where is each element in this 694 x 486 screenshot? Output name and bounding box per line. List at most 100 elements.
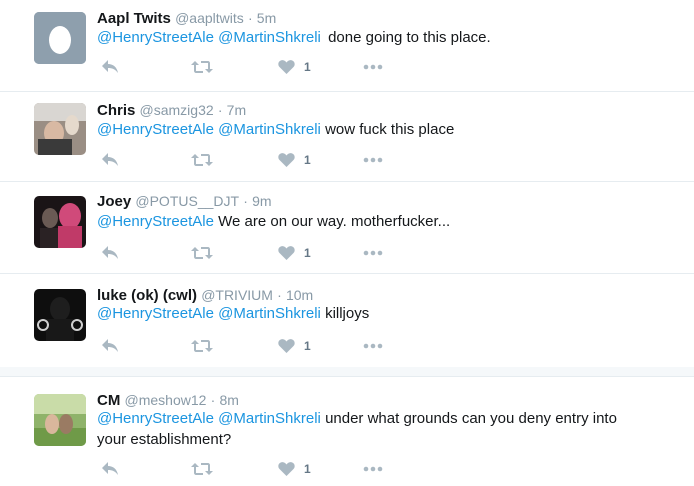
tweet-actions: 1 xyxy=(97,152,397,170)
reply-button[interactable] xyxy=(101,245,119,261)
user-photo-icon xyxy=(34,196,86,248)
more-button[interactable] xyxy=(363,157,383,163)
tweet-actions: 1 xyxy=(97,338,397,356)
tweet-body: done going to this place. xyxy=(328,29,491,46)
reply-icon xyxy=(102,60,118,73)
retweet-button[interactable] xyxy=(191,59,213,75)
tweet[interactable]: Joey @POTUS__DJT · 9m @HenryStreetAle We… xyxy=(0,182,694,274)
avatar[interactable] xyxy=(34,394,86,446)
avatar[interactable] xyxy=(34,196,86,248)
display-name[interactable]: CM xyxy=(97,392,120,409)
heart-icon xyxy=(278,60,295,74)
like-button[interactable]: 1 xyxy=(278,338,311,354)
mention-link[interactable]: @MartinShkreli xyxy=(218,29,321,46)
retweet-icon xyxy=(191,247,213,259)
retweet-button[interactable] xyxy=(191,461,213,477)
tweet-body-continued: your establishment? xyxy=(97,431,232,448)
separator-dot: · xyxy=(217,102,223,118)
like-button[interactable]: 1 xyxy=(278,245,311,261)
reply-button[interactable] xyxy=(101,338,119,354)
timeline-gap xyxy=(0,367,694,377)
more-dots-icon xyxy=(363,64,383,70)
timestamp[interactable]: 9m xyxy=(252,193,271,209)
user-handle[interactable]: @samzig32 xyxy=(140,102,214,118)
like-count: 1 xyxy=(304,153,311,167)
reply-icon xyxy=(102,339,118,352)
mention-link[interactable]: @HenryStreetAle xyxy=(97,121,214,138)
mention-link[interactable]: @MartinShkreli xyxy=(218,410,321,427)
avatar[interactable] xyxy=(34,12,86,64)
avatar[interactable] xyxy=(34,289,86,341)
user-handle[interactable]: @POTUS__DJT xyxy=(135,193,239,209)
tweet-body: under what grounds can you deny entry in… xyxy=(325,410,617,427)
reply-icon xyxy=(102,153,118,166)
more-dots-icon xyxy=(363,343,383,349)
tweet-header: Joey @POTUS__DJT · 9m xyxy=(97,192,272,211)
separator-dot: · xyxy=(247,10,253,26)
like-count: 1 xyxy=(304,462,311,476)
mention-link[interactable]: @HenryStreetAle xyxy=(97,29,214,46)
more-button[interactable] xyxy=(363,466,383,472)
tweet-text: @HenryStreetAle @MartinShkreli done goin… xyxy=(97,27,657,48)
display-name[interactable]: Aapl Twits xyxy=(97,10,171,27)
user-photo-icon xyxy=(34,394,86,446)
like-button[interactable]: 1 xyxy=(278,152,311,168)
separator-dot: · xyxy=(277,287,282,303)
heart-icon xyxy=(278,462,295,476)
mention-link[interactable]: @MartinShkreli xyxy=(218,305,321,322)
user-photo-icon xyxy=(34,103,86,155)
retweet-button[interactable] xyxy=(191,152,213,168)
reply-button[interactable] xyxy=(101,461,119,477)
more-dots-icon xyxy=(363,466,383,472)
display-name[interactable]: luke (ok) (cwl) xyxy=(97,287,197,304)
timestamp[interactable]: 10m xyxy=(286,287,313,303)
tweet-actions: 1 xyxy=(97,461,397,479)
reply-button[interactable] xyxy=(101,59,119,75)
like-button[interactable]: 1 xyxy=(278,461,311,477)
timestamp[interactable]: 8m xyxy=(219,392,238,408)
retweet-icon xyxy=(191,61,213,73)
mention-link[interactable]: @MartinShkreli xyxy=(218,121,321,138)
tweet-body: We are on our way. motherfucker... xyxy=(218,213,451,230)
tweet[interactable]: Aapl Twits @aapltwits · 5m @HenryStreetA… xyxy=(0,0,694,92)
tweet-actions: 1 xyxy=(97,245,397,263)
tweet-actions: 1 xyxy=(97,59,397,77)
user-handle[interactable]: @TRIVIUM xyxy=(201,287,273,303)
retweet-icon xyxy=(191,340,213,352)
display-name[interactable]: Joey xyxy=(97,193,131,210)
tweet-text: @HenryStreetAle We are on our way. mothe… xyxy=(97,211,657,232)
more-button[interactable] xyxy=(363,250,383,256)
egg-avatar-icon xyxy=(34,12,86,64)
tweet-feed: Aapl Twits @aapltwits · 5m @HenryStreetA… xyxy=(0,0,694,486)
tweet-text: @HenryStreetAle @MartinShkreli killjoys xyxy=(97,303,657,324)
timestamp[interactable]: 5m xyxy=(257,10,276,26)
mention-link[interactable]: @HenryStreetAle xyxy=(97,410,214,427)
tweet[interactable]: CM @meshow12 · 8m @HenryStreetAle @Marti… xyxy=(0,377,694,486)
separator-dot: · xyxy=(243,193,248,209)
tweet[interactable]: Chris @samzig32 · 7m @HenryStreetAle @Ma… xyxy=(0,92,694,182)
reply-button[interactable] xyxy=(101,152,119,168)
retweet-button[interactable] xyxy=(191,245,213,261)
more-button[interactable] xyxy=(363,64,383,70)
retweet-button[interactable] xyxy=(191,338,213,354)
tweet-text: @HenryStreetAle @MartinShkreli wow fuck … xyxy=(97,119,657,140)
like-button[interactable]: 1 xyxy=(278,59,311,75)
heart-icon xyxy=(278,153,295,167)
like-count: 1 xyxy=(304,339,311,353)
tweet-body: killjoys xyxy=(325,305,370,322)
mention-link[interactable]: @HenryStreetAle xyxy=(97,305,214,322)
tweet-header: Chris @samzig32 · 7m xyxy=(97,101,246,120)
mention-link[interactable]: @HenryStreetAle xyxy=(97,213,214,230)
reply-icon xyxy=(102,246,118,259)
more-dots-icon xyxy=(363,157,383,163)
reply-icon xyxy=(102,462,118,475)
user-handle[interactable]: @meshow12 xyxy=(125,392,207,408)
like-count: 1 xyxy=(304,60,311,74)
tweet[interactable]: luke (ok) (cwl) @TRIVIUM · 10m @HenryStr… xyxy=(0,274,694,367)
display-name[interactable]: Chris xyxy=(97,102,135,119)
heart-icon xyxy=(278,246,295,260)
user-handle[interactable]: @aapltwits xyxy=(175,10,244,26)
avatar[interactable] xyxy=(34,103,86,155)
more-button[interactable] xyxy=(363,343,383,349)
timestamp[interactable]: 7m xyxy=(227,102,246,118)
